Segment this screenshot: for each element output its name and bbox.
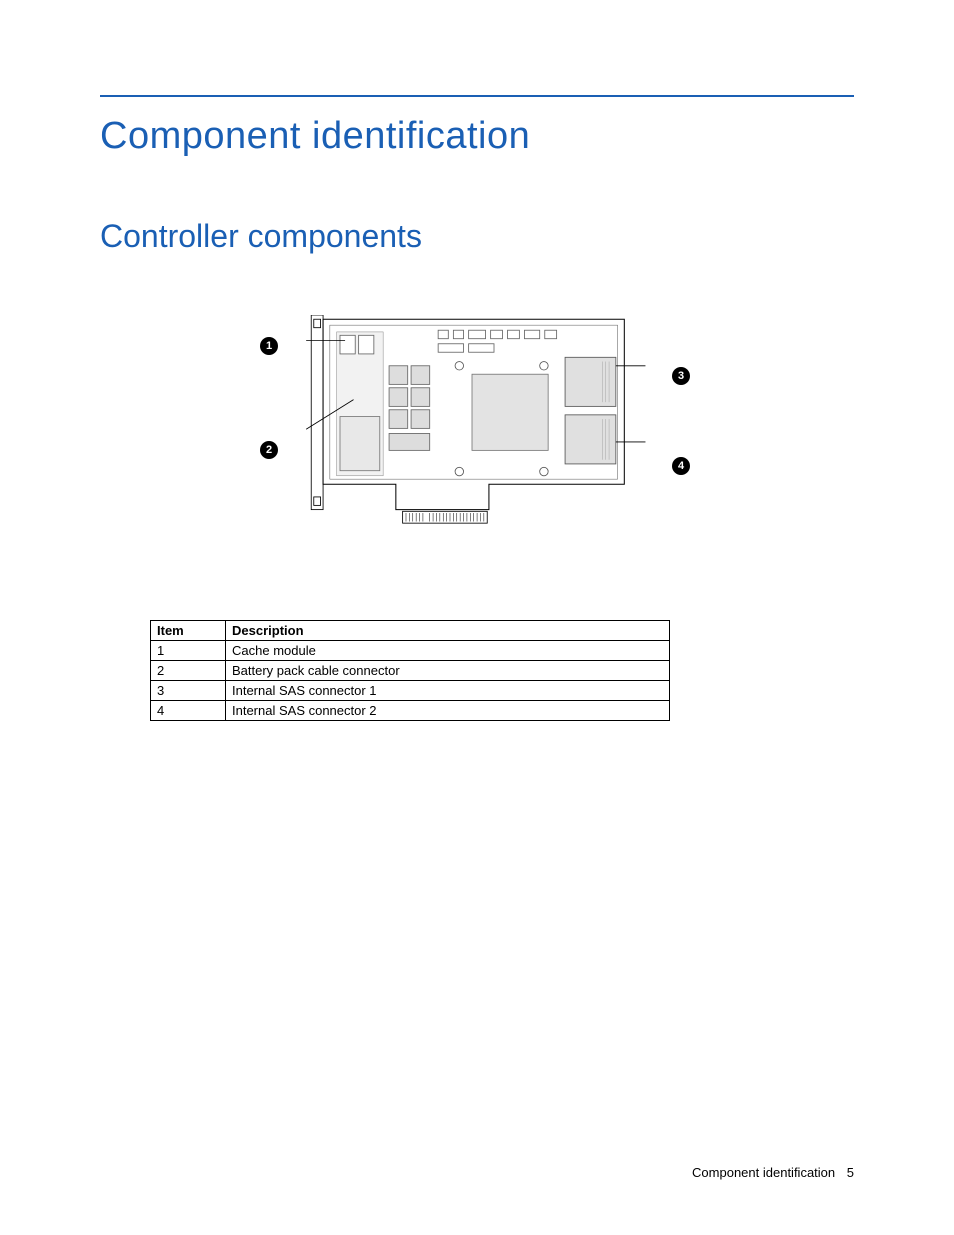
cell-description: Cache module: [226, 641, 670, 661]
page: Component identification Controller comp…: [0, 0, 954, 1235]
callout-2: 2: [260, 441, 278, 459]
footer-page-number: 5: [847, 1165, 854, 1180]
components-table-wrap: Item Description 1 Cache module 2 Batter…: [150, 620, 854, 721]
table-row: 3 Internal SAS connector 1: [151, 681, 670, 701]
cell-description: Battery pack cable connector: [226, 661, 670, 681]
header-description: Description: [226, 621, 670, 641]
callout-4: 4: [672, 457, 690, 475]
page-footer: Component identification 5: [692, 1165, 854, 1180]
footer-section: Component identification: [692, 1165, 835, 1180]
callout-3: 3: [672, 367, 690, 385]
top-rule: [100, 95, 854, 97]
cell-description: Internal SAS connector 1: [226, 681, 670, 701]
heading-2: Controller components: [100, 218, 854, 255]
cell-item: 1: [151, 641, 226, 661]
table-row: 1 Cache module: [151, 641, 670, 661]
table-row: 4 Internal SAS connector 2: [151, 701, 670, 721]
table-row: 2 Battery pack cable connector: [151, 661, 670, 681]
cell-item: 2: [151, 661, 226, 681]
cell-item: 3: [151, 681, 226, 701]
components-table: Item Description 1 Cache module 2 Batter…: [150, 620, 670, 721]
callout-1: 1: [260, 337, 278, 355]
diagram-container: 1 2 3 4: [100, 305, 854, 565]
board-illustration: [282, 315, 662, 535]
table-header-row: Item Description: [151, 621, 670, 641]
cell-item: 4: [151, 701, 226, 721]
cell-description: Internal SAS connector 2: [226, 701, 670, 721]
header-item: Item: [151, 621, 226, 641]
heading-1: Component identification: [100, 115, 854, 158]
controller-board-diagram: 1 2 3 4: [252, 305, 702, 565]
